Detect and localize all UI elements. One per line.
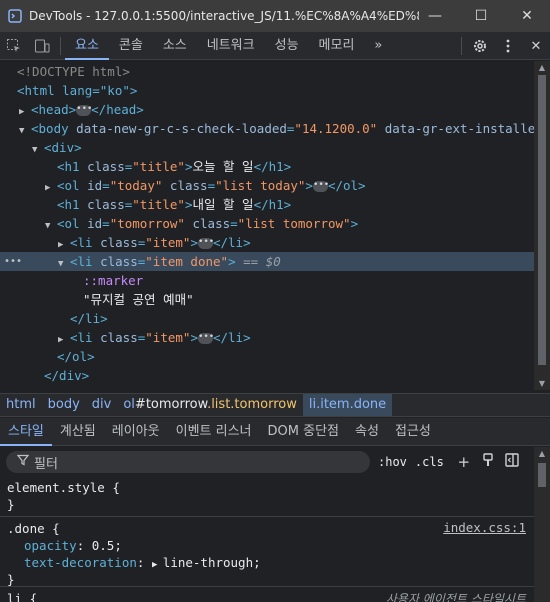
tree-node-ol-tomorrow[interactable]: ▼ <ol id="tomorrow" class="list tomorrow"… [0,214,534,233]
breadcrumb-body[interactable]: body [42,394,86,416]
element-style-selector: element.style { [7,480,120,495]
tree-node-div[interactable]: ▼ <div> [0,138,534,157]
done-selector: .done { [7,521,60,536]
element-style-rule[interactable]: element.style { } [0,477,534,517]
tree-node-li-item[interactable]: ▶ <li class="item">•••</li> [0,328,534,347]
filter-funnel-icon [12,454,34,470]
close-devtools-icon[interactable]: ✕ [522,32,550,60]
device-toolbar-icon[interactable] [28,32,56,60]
main-tab-bar: 요소 콘솔 소스 네트워크 성능 메모리 » ✕ [0,32,550,60]
window-title: DevTools - 127.0.0.1:5500/interactive_JS… [29,9,419,23]
rule-close-brace: } [7,572,15,587]
scroll-up-arrow-icon[interactable]: ▲ [537,449,547,458]
styles-scrollbar[interactable]: ▲ [534,447,550,602]
breadcrumb-div[interactable]: div [86,394,118,416]
tab-computed[interactable]: 계산됨 [52,418,104,446]
class-toggle[interactable]: .cls [415,455,444,469]
elements-scrollbar[interactable]: ▲ ▼ [534,61,550,390]
text-decoration-declaration[interactable]: text-decoration: ▶ line-through; [24,554,261,574]
scrollbar-thumb[interactable] [538,75,546,365]
ellipsis-icon[interactable]: ••• [312,181,329,192]
tree-node-body[interactable]: ▼ <body data-new-gr-c-s-check-loaded="14.… [0,119,534,138]
tab-properties[interactable]: 속성 [347,418,387,446]
li-user-agent-rule[interactable]: li { 사용자 에이전트 스타일시트 [0,587,534,602]
close-button[interactable]: ✕ [504,0,550,32]
tab-sources[interactable]: 소스 [153,32,197,60]
tab-memory[interactable]: 메모리 [309,32,365,60]
minimize-button[interactable]: — [412,0,458,32]
opacity-declaration[interactable]: opacity: 0.5; [24,537,122,554]
settings-gear-icon[interactable] [466,32,494,60]
tree-node-ol-close[interactable]: </ol> [0,347,534,366]
tab-layout[interactable]: 레이아웃 [104,418,168,446]
tree-node-li-item[interactable]: ▶ <li class="item">•••</li> [0,233,534,252]
tab-network[interactable]: 네트워크 [197,32,265,60]
styles-pane: element.style { } .done { index.css:1 op… [0,477,534,602]
new-style-rule-icon[interactable]: + [452,453,476,471]
scrollbar-thumb[interactable] [538,463,546,487]
tree-node-h1-today[interactable]: <h1 class="title">오늘 할 일</h1> [0,157,534,176]
tree-node-html[interactable]: <html lang="ko"> [0,81,534,100]
tree-node-marker[interactable]: ::marker [0,271,534,290]
rule-close-brace: } [7,497,15,512]
tab-elements[interactable]: 요소 [65,32,109,60]
toolbar-divider [60,36,61,55]
inspect-element-icon[interactable] [0,32,28,60]
elements-tree: <!DOCTYPE html> <html lang="ko"> ▶ <head>… [0,61,534,390]
tree-node-li-close[interactable]: </li> [0,309,534,328]
source-link[interactable]: index.css:1 [443,520,526,535]
tab-dom-breakpoints[interactable]: DOM 중단점 [260,418,347,446]
ellipsis-icon[interactable]: ••• [197,333,214,344]
styles-filter-bar: 필터 :hov .cls + [0,447,534,477]
title-bar: DevTools - 127.0.0.1:5500/interactive_JS… [0,0,550,32]
more-tabs-button[interactable]: » [364,32,392,60]
done-style-rule[interactable]: .done { index.css:1 opacity: 0.5; text-d… [0,517,534,587]
breadcrumb-html[interactable]: html [0,394,42,416]
hover-state-toggle[interactable]: :hov [378,455,407,469]
tree-node-li-done-selected[interactable]: ••• ▼ <li class="item done"> == $0 [0,252,534,271]
user-agent-stylesheet-label: 사용자 에이전트 스타일시트 [385,592,526,602]
tab-console[interactable]: 콘솔 [109,32,153,60]
styles-tab-bar: 스타일 계산됨 레이아웃 이벤트 리스너 DOM 중단점 속성 접근성 [0,418,550,446]
ellipsis-icon[interactable]: ••• [76,105,92,116]
breadcrumb-li-selected[interactable]: li.item.done [302,394,393,416]
breadcrumb-ol[interactable]: ol#tomorrow.list.tomorrow [117,394,303,416]
paint-brush-icon[interactable] [476,453,500,471]
tab-accessibility[interactable]: 접근성 [387,418,439,446]
tree-node-doctype[interactable]: <!DOCTYPE html> [0,62,534,81]
tree-node-head[interactable]: ▶ <head>•••</head> [0,100,534,119]
li-selector: li { [7,591,38,602]
tab-event-listeners[interactable]: 이벤트 리스너 [168,418,260,446]
expand-arrow-icon[interactable]: ▶ [152,560,163,570]
tab-performance[interactable]: 성능 [265,32,309,60]
toolbar-divider [461,37,462,55]
node-actions-dots[interactable]: ••• [4,252,22,271]
filter-input[interactable]: 필터 [6,451,370,473]
filter-placeholder: 필터 [34,456,58,472]
ellipsis-icon[interactable]: ••• [197,238,214,249]
devtools-icon [7,8,23,24]
maximize-button[interactable]: ☐ [458,0,504,32]
tree-node-ol-today[interactable]: ▶ <ol id="today" class="list today">•••</… [0,176,534,195]
tree-node-text[interactable]: "뮤지컬 공연 예매" [0,290,534,309]
scroll-down-arrow-icon[interactable]: ▼ [537,379,547,388]
toggle-sidebar-icon[interactable] [500,453,524,471]
tree-node-div-close[interactable]: </div> [0,366,534,385]
scroll-up-arrow-icon[interactable]: ▲ [537,63,547,72]
tab-styles[interactable]: 스타일 [0,418,52,446]
breadcrumb: html body div ol#tomorrow.list.tomorrow … [0,393,550,417]
more-options-icon[interactable] [494,32,522,60]
tree-node-h1-tomorrow[interactable]: <h1 class="title">내일 할 일</h1> [0,195,534,214]
